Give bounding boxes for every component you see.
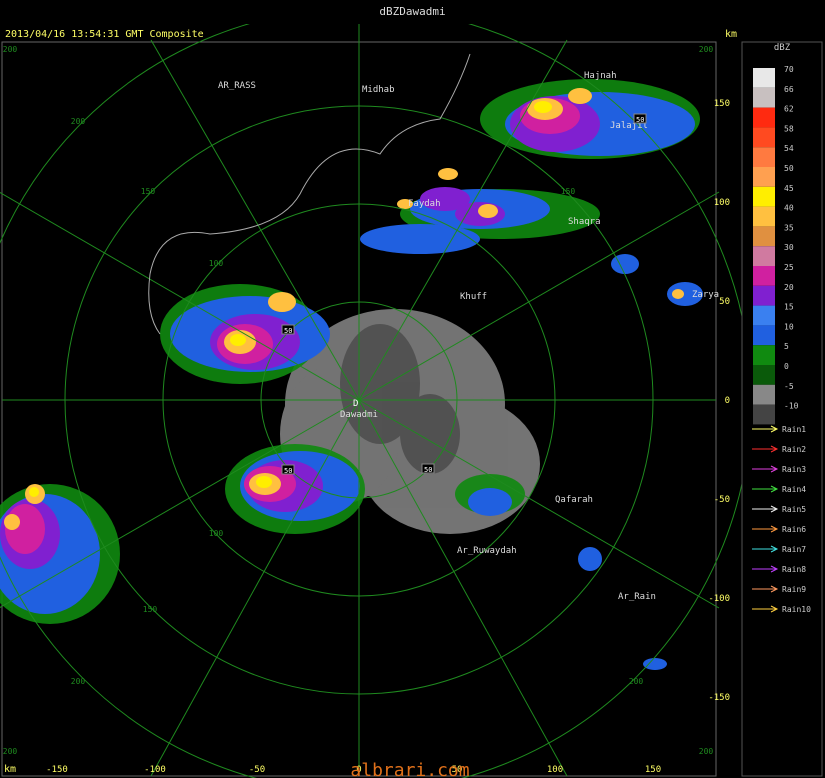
x-tick: -50: [249, 765, 265, 775]
place-label: Midhab: [362, 85, 395, 95]
radar-site-marker: D: [353, 399, 358, 409]
timestamp-label: 2013/04/16 13:54:31 GMT Composite: [5, 29, 204, 40]
scale-swatch: [753, 305, 775, 326]
scale-value: 40: [784, 204, 794, 213]
rain-label: Rain4: [782, 485, 806, 494]
scale-value: 0: [784, 362, 789, 371]
rain-label: Rain2: [782, 445, 806, 454]
corner-label: 200: [3, 747, 18, 756]
scale-swatch: [753, 325, 775, 346]
site-flag: 50: [424, 466, 432, 474]
x-tick: -150: [46, 765, 68, 775]
y-tick: -100: [708, 594, 730, 604]
x-tick: 100: [547, 765, 563, 775]
scale-swatch: [753, 285, 775, 306]
scale-value: 35: [784, 223, 794, 232]
scale-swatch: [753, 167, 775, 187]
ring-label: 100: [209, 259, 224, 268]
y-tick: 0: [725, 396, 730, 406]
km-unit-top: km: [725, 29, 737, 40]
scale-swatch: [753, 246, 775, 266]
place-label: Shaqra: [568, 217, 601, 227]
scale-value: 15: [784, 303, 794, 312]
scale-value: 45: [784, 184, 794, 193]
scale-value: -5: [784, 382, 794, 391]
scale-swatch: [753, 87, 775, 108]
window-titlebar: dBZDawadmi: [0, 0, 825, 25]
place-label: Ar_Ruwaydah: [457, 546, 517, 556]
corner-label: 200: [699, 747, 714, 756]
place-label: Qafarah: [555, 495, 593, 505]
scale-swatch: [753, 226, 775, 247]
site-flag: 50: [284, 467, 292, 475]
place-label: Zarya: [692, 290, 719, 300]
scale-value: 58: [784, 124, 794, 133]
window-title: dBZDawadmi: [379, 5, 446, 18]
ring-label: 150: [561, 187, 576, 196]
scale-swatch: [753, 206, 775, 227]
place-label: AR_RASS: [218, 81, 256, 91]
rain-label: Rain1: [782, 425, 806, 434]
scale-title: dBZ: [774, 43, 791, 53]
scale-swatch: [753, 186, 775, 207]
y-tick: 50: [719, 297, 730, 307]
scale-value: 5: [784, 342, 789, 351]
site-flag: 50: [284, 327, 292, 335]
scale-swatch: [753, 107, 775, 128]
y-tick: 100: [714, 198, 730, 208]
ring-label: 200: [71, 677, 86, 686]
ring-label: 100: [209, 529, 224, 538]
y-tick: -50: [714, 495, 730, 505]
scale-value: 54: [784, 144, 794, 153]
place-label: Khuff: [460, 292, 487, 302]
scale-swatch: [753, 345, 775, 365]
x-tick: 150: [645, 765, 661, 775]
place-label: Dawadmi: [340, 410, 378, 420]
corner-label: 200: [699, 45, 714, 54]
scale-value: 50: [784, 164, 794, 173]
scale-swatch: [753, 127, 775, 148]
rain-label: Rain5: [782, 505, 806, 514]
watermark: albrari.com: [350, 760, 469, 778]
scale-value: 66: [784, 85, 794, 94]
scale-value: 20: [784, 283, 794, 292]
scale-swatch: [753, 404, 775, 425]
rain-label: Rain7: [782, 545, 806, 554]
scale-swatch: [753, 68, 775, 88]
rain-label: Rain3: [782, 465, 806, 474]
rain-label: Rain9: [782, 585, 806, 594]
rain-label: Rain6: [782, 525, 806, 534]
scale-swatch: [753, 266, 775, 286]
place-label: Hajnah: [584, 71, 617, 81]
ring-label: 150: [143, 605, 158, 614]
scale-value: 70: [784, 65, 794, 74]
y-tick: -150: [708, 693, 730, 703]
scale-swatch: [753, 384, 775, 405]
ring-label: 150: [141, 187, 156, 196]
scale-value: 30: [784, 243, 794, 252]
rain-label: Rain8: [782, 565, 806, 574]
scale-swatch: [753, 365, 775, 385]
ring-label: 200: [71, 117, 86, 126]
rain-label: Rain10: [782, 605, 811, 614]
scale-value: -10: [784, 402, 799, 411]
y-tick: 150: [714, 99, 730, 109]
corner-label: 200: [3, 45, 18, 54]
place-label: Faydah: [408, 199, 441, 209]
place-label: Ar_Rain: [618, 592, 656, 602]
site-flag: 50: [636, 116, 644, 124]
km-unit-bottom: km: [4, 764, 16, 775]
radar-display: 2013/04/16 13:54:31 GMT Composite km km …: [0, 24, 825, 778]
scale-value: 62: [784, 105, 794, 114]
scale-swatch: [753, 147, 775, 167]
scale-value: 25: [784, 263, 794, 272]
x-tick: -100: [144, 765, 166, 775]
ring-label: 200: [629, 677, 644, 686]
scale-value: 10: [784, 322, 794, 331]
